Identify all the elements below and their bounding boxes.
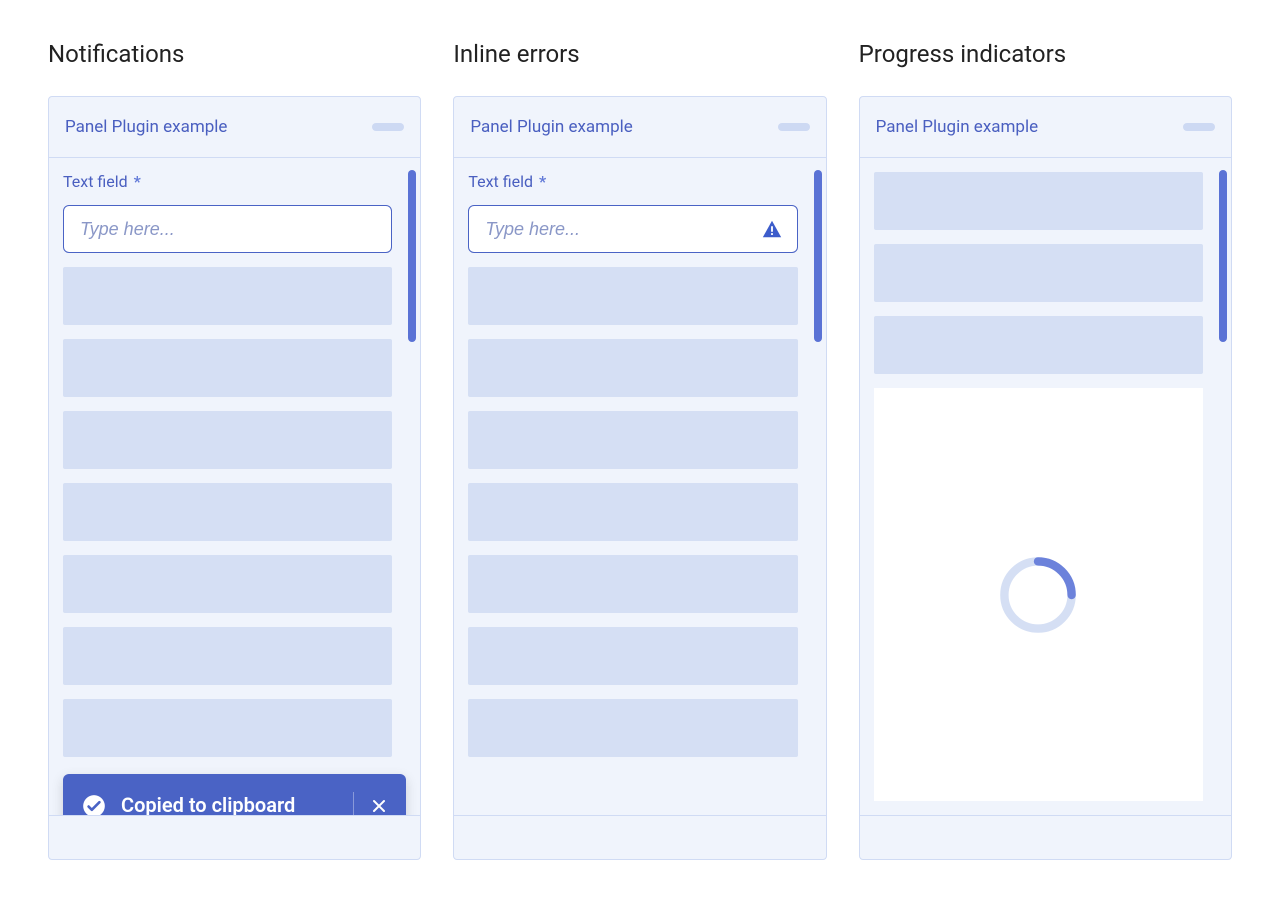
panel-drag-handle[interactable]	[372, 123, 404, 131]
panel-body: Text field *	[454, 158, 825, 815]
placeholder-block	[874, 244, 1203, 302]
text-field-input[interactable]	[483, 218, 760, 241]
toast-notification: Copied to clipboard	[63, 774, 406, 815]
text-field-label: Text field *	[468, 172, 813, 191]
column-inline-errors: Inline errors Panel Plugin example Text …	[453, 40, 826, 878]
panel-title: Panel Plugin example	[470, 117, 632, 137]
placeholder-block	[468, 555, 797, 613]
placeholder-block	[468, 699, 797, 757]
placeholder-block	[63, 267, 392, 325]
panel-body: Text field *	[49, 158, 420, 815]
placeholder-block	[468, 627, 797, 685]
placeholder-block	[63, 339, 392, 397]
text-field-input-wrapper[interactable]	[63, 205, 392, 253]
alert-triangle-icon	[761, 218, 783, 240]
scrollbar-thumb[interactable]	[1219, 170, 1227, 342]
scrollbar-thumb[interactable]	[408, 170, 416, 342]
panel-title: Panel Plugin example	[65, 117, 227, 137]
toast-divider	[353, 792, 354, 815]
placeholder-block	[874, 316, 1203, 374]
panel-header: Panel Plugin example	[860, 97, 1231, 158]
placeholder-block	[63, 411, 392, 469]
panel-header: Panel Plugin example	[49, 97, 420, 158]
loading-spinner-icon	[996, 553, 1080, 637]
panel-drag-handle[interactable]	[1183, 123, 1215, 131]
page-root: Notifications Panel Plugin example Text …	[0, 0, 1280, 918]
scrollbar-thumb[interactable]	[814, 170, 822, 342]
column-notifications: Notifications Panel Plugin example Text …	[48, 40, 421, 878]
placeholder-block	[468, 339, 797, 397]
panel-footer	[49, 815, 420, 859]
column-title-inline-errors: Inline errors	[453, 40, 826, 68]
close-icon	[371, 798, 387, 814]
scrollbar-track[interactable]	[408, 170, 416, 803]
column-title-notifications: Notifications	[48, 40, 421, 68]
panel-header: Panel Plugin example	[454, 97, 825, 158]
placeholder-block	[63, 627, 392, 685]
text-field-label: Text field *	[63, 172, 408, 191]
text-field-label-text: Text field	[63, 172, 128, 191]
placeholder-block	[63, 699, 392, 757]
placeholder-block	[468, 483, 797, 541]
panel-footer	[454, 815, 825, 859]
placeholder-block	[874, 172, 1203, 230]
toast-message: Copied to clipboard	[121, 792, 337, 815]
column-title-progress: Progress indicators	[859, 40, 1232, 68]
text-field-label-text: Text field	[468, 172, 533, 191]
column-progress: Progress indicators Panel Plugin example	[859, 40, 1232, 878]
placeholder-block	[63, 555, 392, 613]
panel-inline-errors: Panel Plugin example Text field *	[453, 96, 826, 860]
placeholder-block	[468, 267, 797, 325]
panel-footer	[860, 815, 1231, 859]
panel-title: Panel Plugin example	[876, 117, 1038, 137]
placeholder-block	[63, 483, 392, 541]
panel-progress: Panel Plugin example	[859, 96, 1232, 860]
required-asterisk: *	[539, 172, 546, 191]
scrollbar-track[interactable]	[1219, 170, 1227, 803]
panel-body	[860, 158, 1231, 815]
panel-drag-handle[interactable]	[778, 123, 810, 131]
required-asterisk: *	[134, 172, 141, 191]
check-circle-icon	[81, 793, 107, 816]
toast-close-button[interactable]	[370, 797, 388, 815]
text-field-input-wrapper[interactable]	[468, 205, 797, 253]
progress-area	[874, 388, 1203, 801]
scrollbar-track[interactable]	[814, 170, 822, 803]
placeholder-block	[468, 411, 797, 469]
text-field-input[interactable]	[78, 218, 377, 241]
panel-notifications: Panel Plugin example Text field *	[48, 96, 421, 860]
